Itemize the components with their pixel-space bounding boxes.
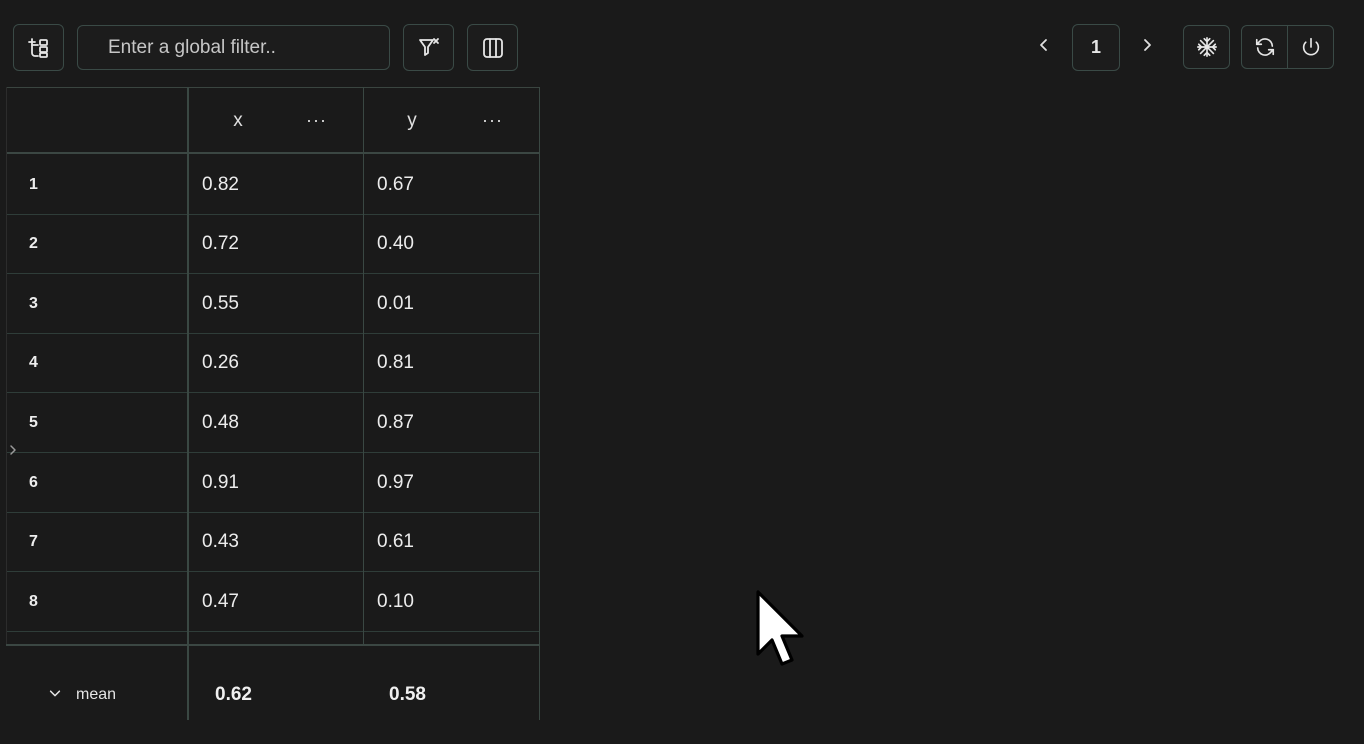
global-filter-input[interactable] bbox=[77, 25, 390, 70]
table-row[interactable]: 6 0.91 0.97 bbox=[6, 453, 540, 513]
row-index: 1 bbox=[29, 175, 38, 193]
row-index: 2 bbox=[29, 235, 38, 253]
chevron-down-icon bbox=[48, 686, 62, 705]
expand-panel-icon[interactable] bbox=[7, 443, 19, 462]
cell-y[interactable]: 0.97 bbox=[377, 453, 414, 512]
column-menu-icon[interactable]: ··· bbox=[482, 110, 503, 131]
footer-value-y: 0.58 bbox=[389, 684, 426, 705]
chevron-left-icon bbox=[1036, 37, 1052, 58]
previous-page-button[interactable] bbox=[1032, 35, 1056, 59]
aggregation-selector[interactable]: mean bbox=[48, 646, 116, 744]
power-button[interactable] bbox=[1287, 25, 1334, 69]
clear-filter-button[interactable] bbox=[403, 24, 454, 71]
table-row[interactable]: 7 0.43 0.61 bbox=[6, 513, 540, 573]
snowflake-icon bbox=[1196, 36, 1218, 58]
column-menu-icon[interactable]: ··· bbox=[306, 110, 327, 131]
column-header-x[interactable]: x ··· bbox=[188, 88, 364, 153]
footer-value-x: 0.62 bbox=[215, 684, 252, 705]
page-number-input[interactable]: 1 bbox=[1072, 24, 1120, 71]
table-row[interactable]: 8 0.47 0.10 bbox=[6, 572, 540, 632]
cell-y[interactable]: 0.01 bbox=[377, 274, 414, 333]
refresh-button[interactable] bbox=[1241, 25, 1288, 69]
table-row[interactable]: 3 0.55 0.01 bbox=[6, 274, 540, 334]
row-index: 3 bbox=[29, 294, 38, 312]
cell-y[interactable]: 0.61 bbox=[377, 513, 414, 572]
cell-x[interactable]: 0.26 bbox=[202, 334, 239, 393]
power-icon bbox=[1300, 36, 1322, 58]
row-index: 5 bbox=[29, 413, 38, 431]
data-table: x ··· y ··· 1 0.82 0.67 2 0.72 0.40 3 0.55 0.01 4… bbox=[6, 87, 540, 720]
refresh-icon bbox=[1254, 36, 1276, 58]
cell-x[interactable]: 0.43 bbox=[202, 513, 239, 572]
columns-icon bbox=[481, 36, 505, 60]
cell-y[interactable]: 0.81 bbox=[377, 334, 414, 393]
cell-y[interactable]: 0.67 bbox=[377, 155, 414, 214]
row-index: 4 bbox=[29, 354, 38, 372]
tree-structure-icon bbox=[27, 36, 51, 60]
cell-x[interactable]: 0.48 bbox=[202, 393, 239, 452]
chevron-right-icon bbox=[1139, 37, 1155, 58]
cell-y[interactable]: 0.40 bbox=[377, 215, 414, 274]
table-row[interactable]: 2 0.72 0.40 bbox=[6, 215, 540, 275]
table-row[interactable]: 1 0.82 0.67 bbox=[6, 155, 540, 215]
tree-view-button[interactable] bbox=[13, 24, 64, 71]
cell-x[interactable]: 0.82 bbox=[202, 155, 239, 214]
row-index: 6 bbox=[29, 473, 38, 491]
row-index: 8 bbox=[29, 592, 38, 610]
table-footer: mean 0.62 0.58 bbox=[6, 644, 540, 720]
cell-y[interactable]: 0.87 bbox=[377, 393, 414, 452]
table-row[interactable]: 5 0.48 0.87 bbox=[6, 393, 540, 453]
cell-x[interactable]: 0.72 bbox=[202, 215, 239, 274]
table-row[interactable]: 4 0.26 0.81 bbox=[6, 334, 540, 394]
table-header: x ··· y ··· bbox=[6, 87, 540, 154]
column-name: y bbox=[407, 109, 417, 131]
cell-x[interactable]: 0.47 bbox=[202, 572, 239, 631]
row-index: 7 bbox=[29, 533, 38, 551]
cell-y[interactable]: 0.10 bbox=[377, 572, 414, 631]
aggregation-label: mean bbox=[76, 686, 117, 703]
cell-x[interactable]: 0.55 bbox=[202, 274, 239, 333]
column-header-y[interactable]: y ··· bbox=[364, 88, 540, 153]
columns-button[interactable] bbox=[467, 24, 518, 71]
cell-x[interactable]: 0.91 bbox=[202, 453, 239, 512]
column-name: x bbox=[233, 109, 243, 131]
next-page-button[interactable] bbox=[1135, 35, 1159, 59]
filter-clear-icon bbox=[417, 36, 441, 60]
mouse-cursor-icon bbox=[756, 590, 808, 675]
freeze-button[interactable] bbox=[1183, 25, 1230, 69]
